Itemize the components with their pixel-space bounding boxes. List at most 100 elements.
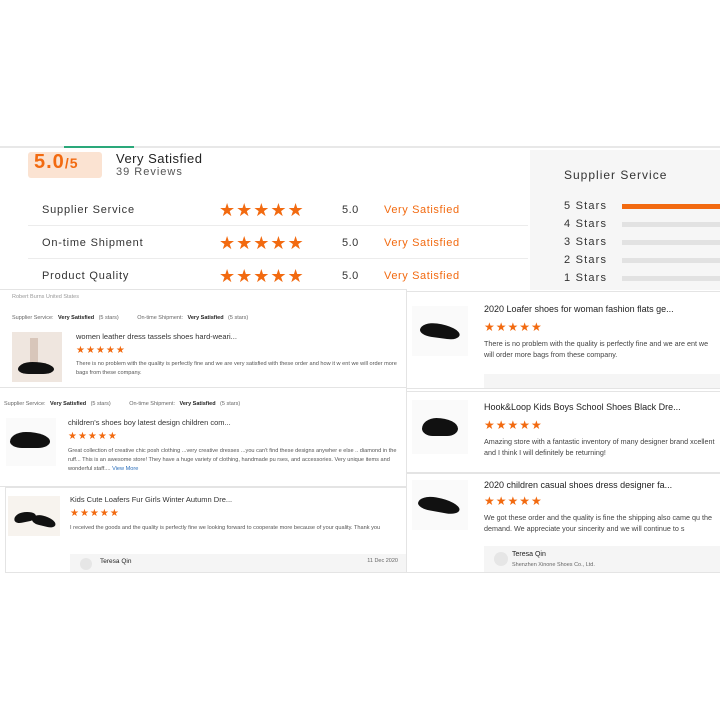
rating-value: 5.0 <box>342 237 359 249</box>
os-value: Very Satisfied <box>187 315 224 321</box>
star-rating: ★★★★★ <box>70 508 120 519</box>
rating-row-product-quality: Product Quality ★★★★★ 5.0 Very Satisfied <box>28 261 528 291</box>
reply-author: Teresa Qin <box>100 558 132 565</box>
product-title[interactable]: 2020 children casual shoes dress designe… <box>484 480 672 490</box>
reply-date: 11 Dec 2020 <box>367 558 398 564</box>
star-bar-5: 5 Stars <box>564 200 720 214</box>
rating-row-ontime-shipment: On-time Shipment ★★★★★ 5.0 Very Satisfie… <box>28 228 528 259</box>
product-title[interactable]: children's shoes boy latest design child… <box>68 418 231 427</box>
bar-fill <box>622 204 720 209</box>
bar-label: 4 Stars <box>564 218 608 230</box>
product-title[interactable]: 2020 Loafer shoes for woman fashion flat… <box>484 304 674 314</box>
star-rating: ★★★★★ <box>484 418 543 432</box>
shoe-image <box>422 418 458 436</box>
review-card-right-3: 2020 children casual shoes dress designe… <box>406 474 720 572</box>
bar-track <box>622 258 720 263</box>
avatar <box>80 558 92 570</box>
ss-stars: (5 stars) <box>90 401 111 407</box>
score-value: 5.0 <box>34 151 65 173</box>
os-value: Very Satisfied <box>179 401 216 407</box>
review-card-left-3: Kids Cute Loafers Fur Girls Winter Autum… <box>6 488 406 572</box>
star-bar-2: 2 Stars <box>564 254 720 268</box>
bar-track <box>622 240 720 245</box>
reviews-count: 39 Reviews <box>116 166 183 178</box>
os-stars: (5 stars) <box>220 401 241 407</box>
panel-title: Supplier Service <box>564 168 668 182</box>
ss-value: Very Satisfied <box>58 315 95 321</box>
bar-track <box>622 276 720 281</box>
review-card-right-1: 2020 Loafer shoes for woman fashion flat… <box>406 292 720 388</box>
star-rating: ★★★★★ <box>68 431 118 442</box>
star-bar-1: 1 Stars <box>564 272 720 286</box>
review-text: I received the goods and the quality is … <box>70 525 381 531</box>
review-card-right-2: Hook&Loop Kids Boys School Shoes Black D… <box>406 392 720 472</box>
review-text: There is no problem with the quality is … <box>76 361 397 376</box>
star-rating: ★★★★★ <box>219 200 305 220</box>
leg-image <box>30 338 38 364</box>
review-text: We got these order and the quality is fi… <box>484 513 713 533</box>
star-rating: ★★★★★ <box>484 320 543 334</box>
reply-author: Teresa Qin <box>512 551 546 558</box>
star-bar-4: 4 Stars <box>564 218 720 232</box>
avatar <box>494 552 508 566</box>
shoe-image <box>31 513 57 529</box>
rating-line: Supplier Service: Very Satisfied (5 star… <box>12 306 248 324</box>
supplier-service-panel: Supplier Service 5 Stars 4 Stars 3 Stars… <box>530 150 720 290</box>
review-text: Great collection of creative chic posh c… <box>68 447 398 474</box>
rating-word: Very Satisfied <box>384 237 460 249</box>
product-thumbnail[interactable] <box>8 496 60 536</box>
review-card-left-1: Robert Burns United States Supplier Serv… <box>0 290 406 388</box>
star-rating: ★★★★★ <box>219 266 305 286</box>
overall-score: 5.0/5 <box>34 151 79 174</box>
product-thumbnail[interactable] <box>412 306 468 356</box>
product-thumbnail[interactable] <box>412 480 468 530</box>
os-stars: (5 stars) <box>228 315 249 321</box>
ss-value: Very Satisfied <box>50 401 87 407</box>
rating-label: Supplier Service <box>42 204 135 216</box>
star-bar-3: 3 Stars <box>564 236 720 250</box>
reply-box: Teresa Qin Shenzhen Xinone Shoes Co., Lt… <box>484 546 720 572</box>
os-label: On-time Shipment: <box>137 315 184 321</box>
reviewer-info: Robert Burns United States <box>12 294 79 300</box>
rating-value: 5.0 <box>342 204 359 216</box>
product-title[interactable]: women leather dress tassels shoes hard-w… <box>76 332 237 341</box>
rating-row-supplier-service: Supplier Service ★★★★★ 5.0 Very Satisfie… <box>28 195 528 226</box>
bar-label: 2 Stars <box>564 254 608 266</box>
rating-word: Very Satisfied <box>384 204 460 216</box>
shoe-image <box>419 321 461 341</box>
review-text: There is no problem with the quality is … <box>484 339 709 359</box>
shoe-image <box>10 432 50 448</box>
review-text: Amazing store with a fantastic inventory… <box>484 437 715 457</box>
product-thumbnail[interactable] <box>12 332 62 382</box>
rating-value: 5.0 <box>342 270 359 282</box>
product-thumbnail[interactable] <box>6 418 56 466</box>
shoe-image <box>417 494 461 516</box>
reply-company: Shenzhen Xinone Shoes Co., Ltd. <box>512 562 595 568</box>
bar-label: 3 Stars <box>564 236 608 248</box>
view-more-link[interactable]: View More <box>112 466 138 472</box>
os-label: On-time Shipment: <box>129 401 176 407</box>
product-title[interactable]: Kids Cute Loafers Fur Girls Winter Autum… <box>70 495 232 504</box>
bar-track <box>622 204 720 209</box>
bar-label: 5 Stars <box>564 200 608 212</box>
rating-label: On-time Shipment <box>42 237 144 249</box>
ss-stars: (5 stars) <box>98 315 119 321</box>
product-title[interactable]: Hook&Loop Kids Boys School Shoes Black D… <box>484 402 681 412</box>
ss-label: Supplier Service: <box>4 401 46 407</box>
score-suffix: /5 <box>64 155 79 171</box>
rating-label: Product Quality <box>42 270 130 282</box>
star-rating: ★★★★★ <box>76 345 126 356</box>
star-rating: ★★★★★ <box>219 233 305 253</box>
shoe-image <box>18 362 54 374</box>
rating-word: Very Satisfied <box>384 270 460 282</box>
bar-label: 1 Stars <box>564 272 608 284</box>
reply-box <box>484 374 720 388</box>
rating-line: Supplier Service: Very Satisfied (5 star… <box>4 392 240 410</box>
bar-track <box>622 222 720 227</box>
reply-box: Teresa Qin 11 Dec 2020 <box>70 554 406 572</box>
satisfaction-title: Very Satisfied <box>116 151 203 166</box>
star-rating: ★★★★★ <box>484 494 543 508</box>
review-card-left-2: Supplier Service: Very Satisfied (5 star… <box>0 388 406 486</box>
ss-label: Supplier Service: <box>12 315 54 321</box>
product-thumbnail[interactable] <box>412 400 468 454</box>
